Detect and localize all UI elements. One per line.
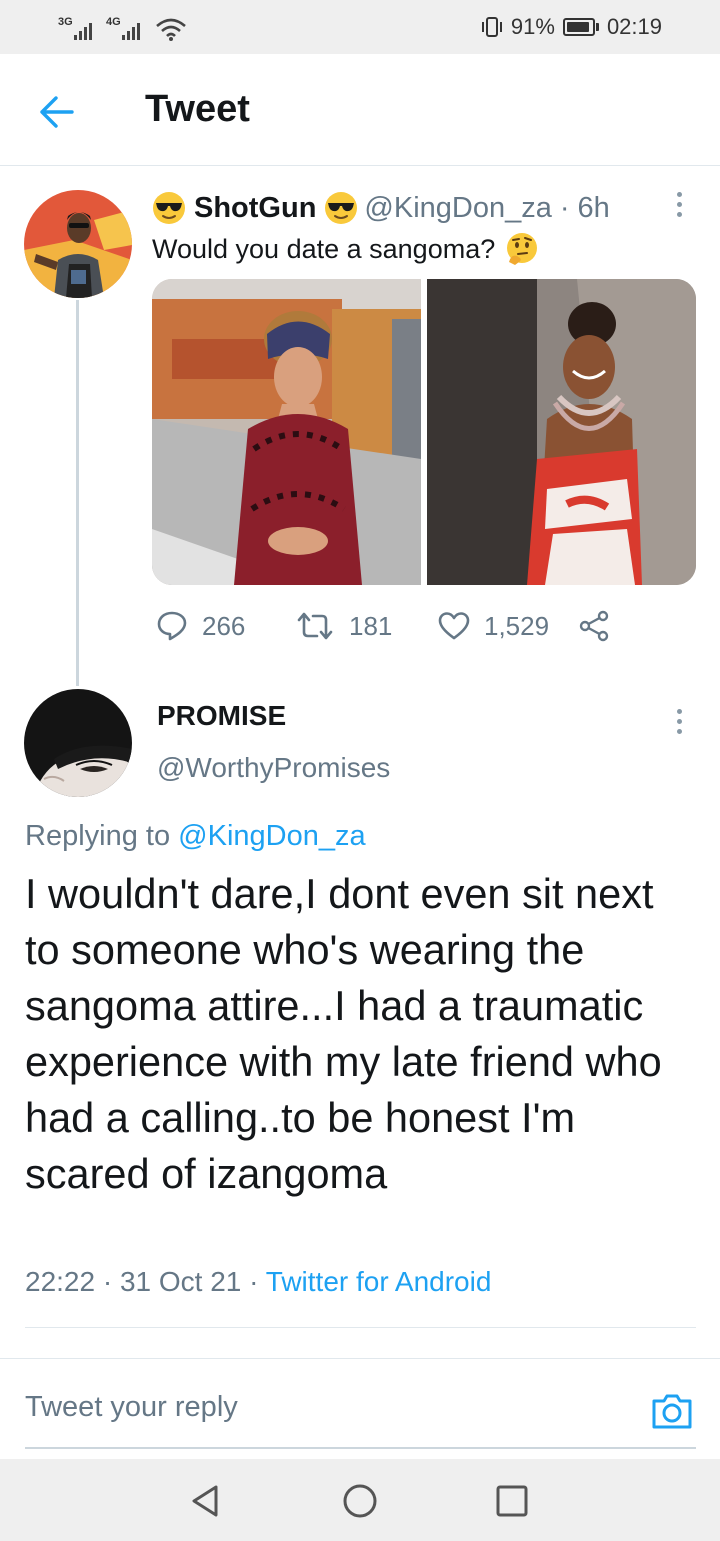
like-count: 1,529 — [484, 610, 550, 641]
replying-to: Replying to @KingDon_za — [25, 820, 366, 853]
reply-date: 31 Oct 21 — [119, 1266, 242, 1297]
reply-author-handle[interactable]: @WorthyPromises — [157, 752, 390, 784]
sunglasses-face-emoji — [325, 192, 358, 224]
replying-prefix: Replying to — [25, 820, 171, 852]
reply-meta: 22:22 · 31 Oct 21 · Twitter for Android — [25, 1266, 491, 1298]
tweet-actions: 266 181 1,529 — [152, 604, 696, 648]
battery-icon — [562, 18, 599, 36]
tweet-photo-2[interactable] — [427, 279, 696, 585]
thinking-face-emoji — [507, 233, 538, 265]
status-time: 02:19 — [606, 14, 662, 39]
replying-to-mention[interactable]: @KingDon_za — [178, 820, 365, 852]
reply-action[interactable]: 266 — [156, 604, 245, 648]
square-recents-icon[interactable] — [492, 1481, 532, 1521]
tweet-more-button[interactable] — [664, 184, 694, 224]
status-right: 91% 02:19 — [481, 12, 662, 42]
status-left: 3G 4G — [58, 12, 188, 42]
divider — [25, 1327, 696, 1328]
status-bar: 3G 4G 91% 02:19 — [0, 0, 720, 54]
reply-more-button[interactable] — [664, 701, 694, 741]
meta-separator: · — [102, 1266, 113, 1297]
vibrate-icon — [481, 17, 502, 37]
retweet-action[interactable]: 181 — [295, 604, 392, 648]
back-arrow-icon — [40, 96, 74, 128]
reply-author-name[interactable]: PROMISE — [157, 700, 286, 732]
reply-count: 266 — [202, 610, 246, 641]
promise-avatar[interactable] — [24, 689, 132, 797]
signal-3g-label: 3G — [58, 16, 73, 28]
thread-line — [76, 300, 79, 686]
tweet-text-content: Would you date a sangoma? — [152, 233, 496, 264]
more-vertical-icon — [676, 191, 682, 197]
tweet-text: Would you date a sangoma? — [152, 229, 539, 269]
share-action[interactable] — [578, 604, 610, 648]
meta-separator: · — [249, 1266, 259, 1297]
triangle-back-icon[interactable] — [186, 1481, 226, 1521]
heart-icon — [438, 612, 470, 640]
reply-composer: Tweet your reply — [0, 1358, 720, 1458]
reply-source-link[interactable]: Twitter for Android — [266, 1266, 492, 1297]
app-header: Tweet — [0, 54, 720, 166]
reply-icon — [157, 611, 187, 641]
wifi-icon — [156, 18, 186, 41]
retweet-icon — [297, 612, 333, 640]
tweet-author-handle[interactable]: @KingDon_za — [364, 192, 551, 225]
camera-icon[interactable] — [650, 1389, 694, 1433]
signal-4g-label: 4G — [106, 16, 121, 28]
tweet-author-name[interactable]: ShotGun — [194, 192, 316, 225]
battery-percent: 91% — [510, 14, 555, 39]
tweet-separator: · — [559, 191, 570, 224]
composer-underline — [25, 1447, 696, 1449]
circle-home-icon[interactable] — [340, 1481, 380, 1521]
tweet-header: ShotGun @KingDon_za · 6h — [152, 188, 610, 228]
signal-4g-icon: 4G — [106, 14, 148, 42]
share-icon — [579, 610, 609, 642]
back-button[interactable] — [30, 86, 82, 138]
reply-input[interactable]: Tweet your reply — [25, 1391, 238, 1424]
signal-3g-icon: 3G — [58, 14, 100, 42]
reply-text: I wouldn't dare,I dont even sit next to … — [25, 870, 662, 1197]
more-vertical-icon — [676, 708, 682, 714]
tweet-time-ago: 6h — [577, 191, 610, 224]
system-nav-bar — [0, 1459, 720, 1541]
sunglasses-face-emoji — [153, 192, 185, 224]
like-action[interactable]: 1,529 — [438, 604, 549, 648]
retweet-count: 181 — [349, 610, 393, 641]
tweet-media[interactable] — [152, 279, 696, 585]
page-title: Tweet — [145, 88, 250, 130]
reply-time: 22:22 — [25, 1266, 96, 1297]
shotgun-avatar[interactable] — [24, 190, 132, 298]
tweet-photo-1[interactable] — [152, 279, 421, 585]
